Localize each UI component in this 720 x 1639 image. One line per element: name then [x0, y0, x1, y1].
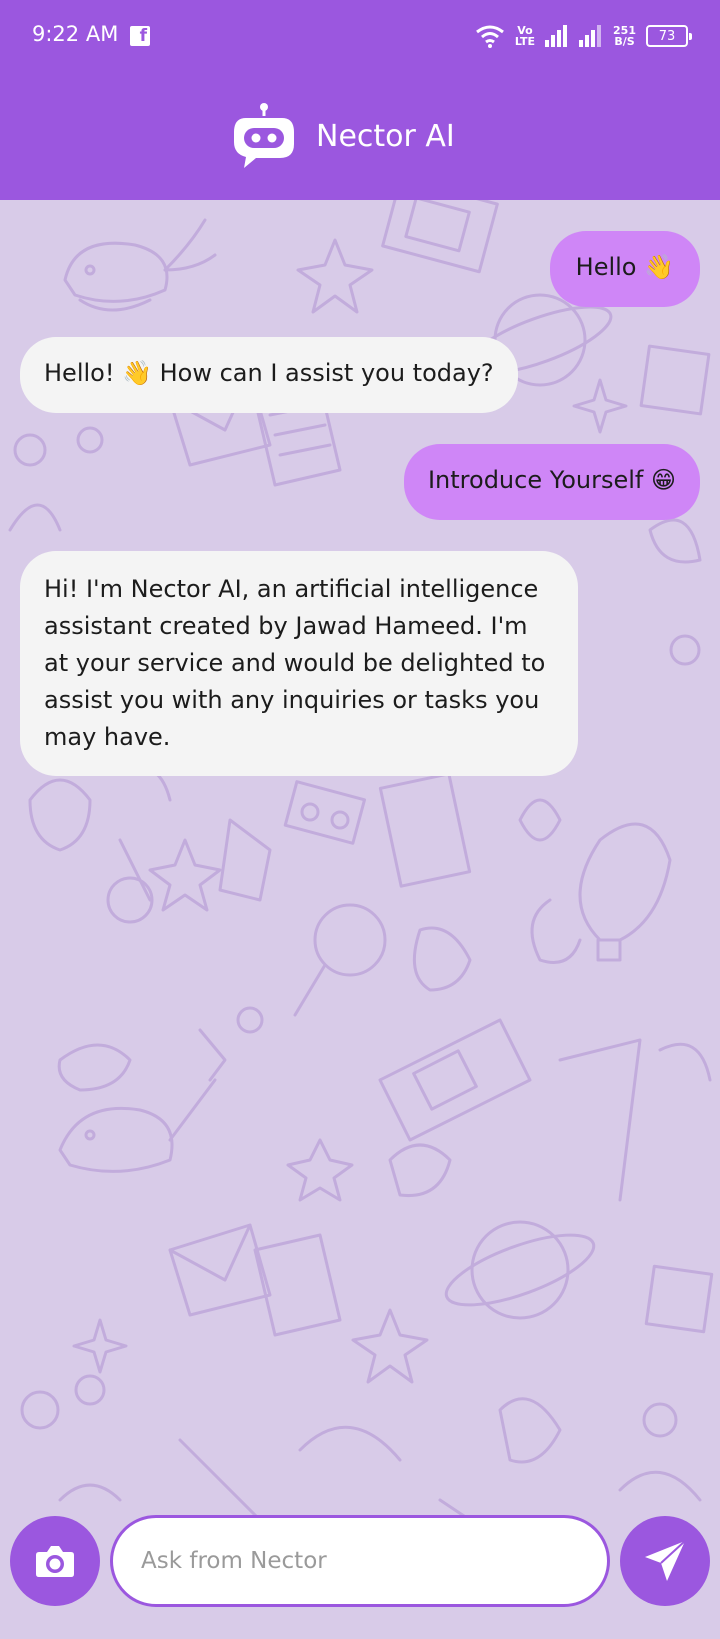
message-bubble-bot: Hello! 👋 How can I assist you today?	[20, 337, 518, 413]
status-icons: Vo LTE 251 B/S 73	[475, 20, 692, 52]
volte-indicator: Vo LTE	[515, 25, 535, 47]
app-header: 9:22 AM f Vo LTE 251 B/S 73 Nector AI	[0, 0, 720, 200]
robot-chat-icon	[234, 103, 294, 168]
app-title: Nector AI	[316, 118, 455, 154]
message-bubble-bot: Hi! I'm Nector AI, an artificial intelli…	[20, 551, 578, 776]
camera-button[interactable]	[10, 1516, 100, 1606]
message-bubble-user: Hello 👋	[549, 231, 700, 307]
battery-icon: 73	[646, 25, 692, 47]
send-button[interactable]	[620, 1516, 710, 1606]
signal-icon-2	[579, 25, 602, 47]
status-time: 9:22 AM	[32, 22, 119, 46]
send-icon	[645, 1540, 686, 1581]
message-input-container[interactable]	[110, 1515, 610, 1607]
wifi-icon	[475, 25, 504, 48]
doodle-background	[8, 200, 714, 1542]
battery-level: 73	[658, 28, 676, 44]
message-bubble-user: Introduce Yourself 😁	[403, 444, 700, 520]
signal-icon	[545, 25, 568, 47]
volte-bottom-label: LTE	[514, 35, 536, 48]
network-speed: 251 B/S	[613, 25, 636, 47]
status-bar: 9:22 AM f Vo LTE 251 B/S 73	[0, 0, 720, 74]
message-input[interactable]	[141, 1548, 581, 1574]
camera-icon	[36, 1546, 74, 1577]
facebook-icon: f	[130, 26, 150, 46]
network-speed-unit: B/S	[614, 35, 635, 48]
app-brand: Nector AI	[232, 100, 455, 172]
chat-area[interactable]: Hello 👋 Hello! 👋 How can I assist you to…	[0, 200, 720, 1639]
